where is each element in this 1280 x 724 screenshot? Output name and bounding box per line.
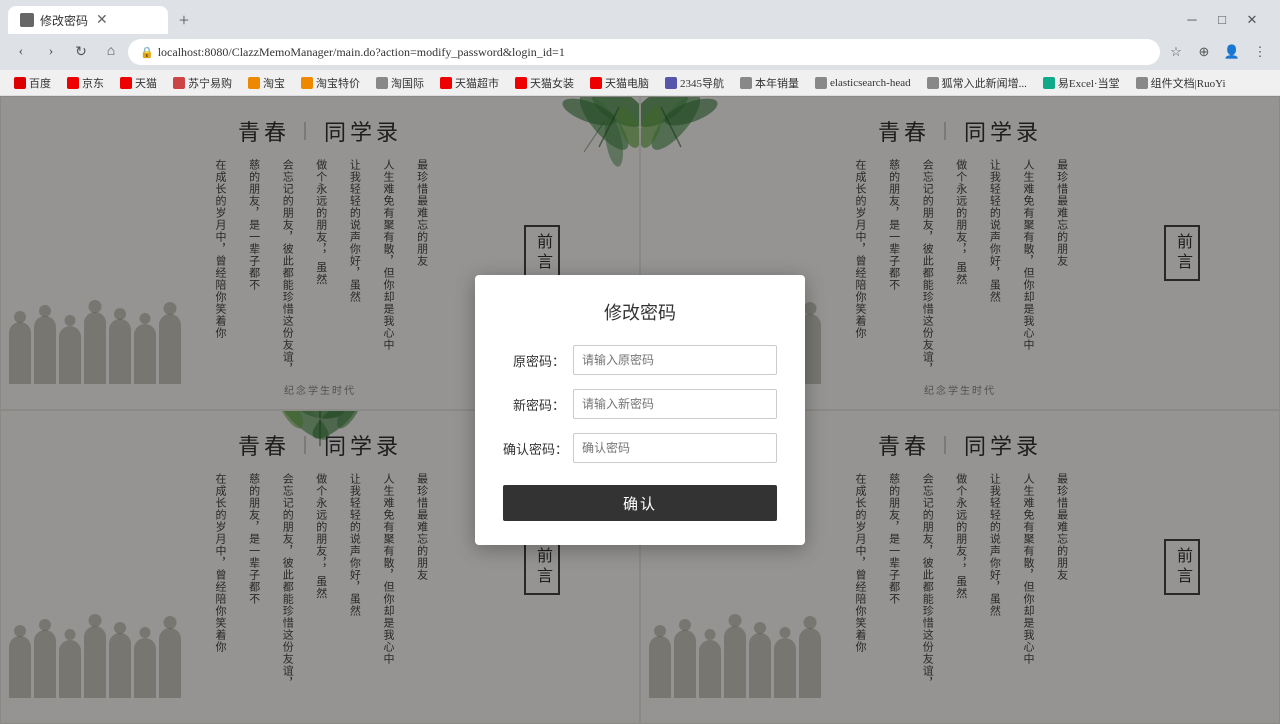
new-password-input[interactable] — [573, 389, 777, 419]
bookmark-baidu[interactable]: 百度 — [8, 73, 57, 93]
bookmarks-bar: 百度 京东 天猫 苏宁易购 淘宝 淘宝特价 淘国际 天猫超市 天猫女装 天猫电脑… — [0, 70, 1280, 96]
bookmark-taobao-special[interactable]: 淘宝特价 — [295, 73, 366, 93]
forward-button[interactable]: › — [38, 39, 64, 65]
old-password-label: 原密码： — [503, 351, 565, 370]
bookmark-ruoyi[interactable]: 组件文档|RuoYi — [1130, 73, 1232, 93]
tab-favicon — [20, 13, 34, 27]
address-bar-row: ‹ › ↻ ⌂ 🔒 localhost:8080/ClazzMemoManage… — [0, 34, 1280, 70]
modal-overlay: 修改密码 原密码： 新密码： 确认密码： 确认 — [0, 96, 1280, 724]
extensions-icon[interactable]: ⊕ — [1192, 40, 1216, 64]
tab-close-btn[interactable]: ✕ — [96, 12, 108, 29]
bookmark-tianmao[interactable]: 天猫 — [114, 73, 163, 93]
bookmark-favicon — [740, 77, 752, 89]
new-password-row: 新密码： — [503, 389, 777, 419]
active-tab[interactable]: 修改密码 ✕ — [8, 6, 168, 34]
menu-icon[interactable]: ⋮ — [1248, 40, 1272, 64]
bookmark-favicon — [67, 77, 79, 89]
bookmark-fox-news[interactable]: 狐常入此新闻增... — [921, 73, 1033, 93]
bookmark-2345[interactable]: 2345导航 — [659, 73, 730, 93]
address-input[interactable]: 🔒 localhost:8080/ClazzMemoManager/main.d… — [128, 39, 1160, 65]
modal-title: 修改密码 — [503, 299, 777, 325]
old-password-row: 原密码： — [503, 345, 777, 375]
bookmark-favicon — [815, 77, 827, 89]
confirm-password-input[interactable] — [573, 433, 777, 463]
home-button[interactable]: ⌂ — [98, 39, 124, 65]
reload-button[interactable]: ↻ — [68, 39, 94, 65]
bookmark-favicon — [120, 77, 132, 89]
bookmark-favicon — [665, 77, 677, 89]
bookmark-tianmao-fashion[interactable]: 天猫女装 — [509, 73, 580, 93]
back-button[interactable]: ‹ — [8, 39, 34, 65]
confirm-password-label: 确认密码： — [503, 439, 565, 458]
tab-bar: 修改密码 ✕ + ─ □ ✕ — [0, 0, 1280, 34]
bookmark-tianmao-intl[interactable]: 淘国际 — [370, 73, 430, 93]
bookmark-jd[interactable]: 京东 — [61, 73, 110, 93]
bookmark-favicon — [927, 77, 939, 89]
minimize-btn[interactable]: ─ — [1180, 8, 1204, 32]
confirm-button[interactable]: 确认 — [503, 485, 777, 521]
maximize-btn[interactable]: □ — [1210, 8, 1234, 32]
bookmark-excel[interactable]: 易Excel·当堂 — [1037, 73, 1126, 93]
bookmark-favicon — [301, 77, 313, 89]
new-tab-button[interactable]: + — [172, 8, 196, 32]
bookmark-favicon — [248, 77, 260, 89]
confirm-password-row: 确认密码： — [503, 433, 777, 463]
bookmark-tianmao-pc[interactable]: 天猫电脑 — [584, 73, 655, 93]
browser-chrome: 修改密码 ✕ + ─ □ ✕ ‹ › ↻ ⌂ 🔒 localhost:8080/… — [0, 0, 1280, 70]
bookmark-favicon — [14, 77, 26, 89]
bookmark-suning[interactable]: 苏宁易购 — [167, 73, 238, 93]
page-content: 青春 ｜ 同学录 在成长的岁月中，曾经陪你笑着你 慈的朋友，是一辈子都不 会忘记… — [0, 96, 1280, 724]
close-window-btn[interactable]: ✕ — [1240, 8, 1264, 32]
browser-actions: ☆ ⊕ 👤 ⋮ — [1164, 40, 1272, 64]
url-display: localhost:8080/ClazzMemoManager/main.do?… — [158, 45, 565, 60]
bookmark-es-head[interactable]: elasticsearch-head — [809, 75, 917, 91]
bookmark-favicon — [515, 77, 527, 89]
bookmark-favicon — [1136, 77, 1148, 89]
bookmark-taobao[interactable]: 淘宝 — [242, 73, 291, 93]
tab-title: 修改密码 — [40, 12, 88, 29]
bookmark-tianmao-super[interactable]: 天猫超市 — [434, 73, 505, 93]
bookmark-favicon — [440, 77, 452, 89]
new-password-label: 新密码： — [503, 395, 565, 414]
old-password-input[interactable] — [573, 345, 777, 375]
profile-icon[interactable]: 👤 — [1220, 40, 1244, 64]
bookmark-favicon — [1043, 77, 1055, 89]
bookmark-favicon — [376, 77, 388, 89]
bookmark-sales[interactable]: 本年销量 — [734, 73, 805, 93]
bookmark-favicon — [590, 77, 602, 89]
bookmark-star-icon[interactable]: ☆ — [1164, 40, 1188, 64]
bookmark-favicon — [173, 77, 185, 89]
modify-password-modal: 修改密码 原密码： 新密码： 确认密码： 确认 — [475, 275, 805, 545]
